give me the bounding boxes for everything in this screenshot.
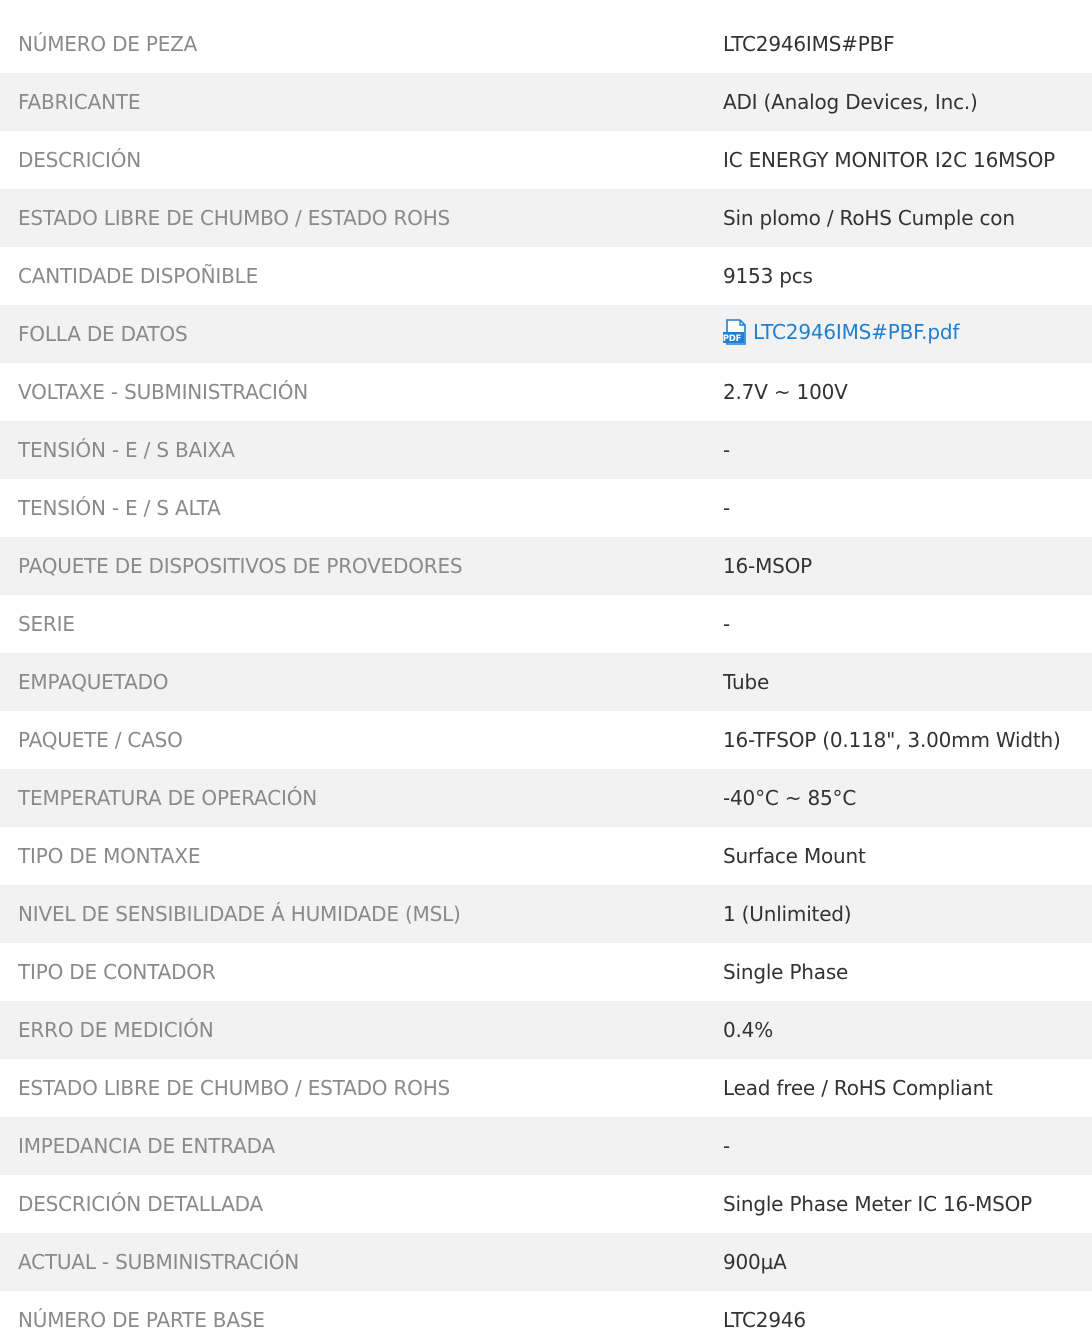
spec-row-quantity-available: CANTIDADE DISPOÑIBLE 9153 pcs	[0, 247, 1092, 305]
spec-label: DESCRICIÓN DETALLADA	[18, 1192, 263, 1216]
spec-row-packaging: EMPAQUETADO Tube	[0, 653, 1092, 711]
spec-label: NÚMERO DE PARTE BASE	[18, 1308, 265, 1332]
pdf-file-icon: PDF	[723, 318, 746, 345]
spec-label: TIPO DE MONTAXE	[18, 844, 201, 868]
spec-label: ACTUAL - SUBMINISTRACIÓN	[18, 1250, 300, 1274]
spec-row-msl: NIVEL DE SENSIBILIDADE Á HUMIDADE (MSL) …	[0, 885, 1092, 943]
spec-label: NÚMERO DE PEZA	[18, 32, 198, 56]
spec-label: ESTADO LIBRE DE CHUMBO / ESTADO ROHS	[18, 1076, 451, 1100]
spec-row-manufacturer: FABRICANTE ADI (Analog Devices, Inc.)	[0, 73, 1092, 131]
spec-value: 1 (Unlimited)	[723, 902, 852, 926]
spec-value: Sin plomo / RoHS Cumple con	[723, 206, 1015, 230]
spec-value: 900µA	[723, 1250, 787, 1274]
spec-row-rohs-status: ESTADO LIBRE DE CHUMBO / ESTADO ROHS Sin…	[0, 189, 1092, 247]
spec-label: TEMPERATURA DE OPERACIÓN	[18, 786, 318, 810]
spec-row-supplier-device-package: PAQUETE DE DISPOSITIVOS DE PROVEDORES 16…	[0, 537, 1092, 595]
spec-label: SERIE	[18, 612, 75, 636]
spec-row-detailed-description: DESCRICIÓN DETALLADA Single Phase Meter …	[0, 1175, 1092, 1233]
spec-row-input-impedance: IMPEDANCIA DE ENTRADA -	[0, 1117, 1092, 1175]
spec-value: 9153 pcs	[723, 264, 813, 288]
spec-label: ERRO DE MEDICIÓN	[18, 1018, 214, 1042]
spec-value: LTC2946IMS#PBF	[723, 32, 895, 56]
spec-value: 16-TFSOP (0.118", 3.00mm Width)	[723, 728, 1061, 752]
spec-label: NIVEL DE SENSIBILIDADE Á HUMIDADE (MSL)	[18, 902, 461, 926]
spec-value: IC ENERGY MONITOR I2C 16MSOP	[723, 148, 1056, 172]
spec-row-rohs-status-2: ESTADO LIBRE DE CHUMBO / ESTADO ROHS Lea…	[0, 1059, 1092, 1117]
spec-row-supply-voltage: VOLTAXE - SUBMINISTRACIÓN 2.7V ~ 100V	[0, 363, 1092, 421]
spec-label: PAQUETE DE DISPOSITIVOS DE PROVEDORES	[18, 554, 463, 578]
spec-value: PDF LTC2946IMS#PBF.pdf	[723, 318, 1092, 350]
spec-table: NÚMERO DE PEZA LTC2946IMS#PBF FABRICANTE…	[0, 15, 1092, 1332]
spec-label: CANTIDADE DISPOÑIBLE	[18, 264, 259, 288]
spec-label: TENSIÓN - E / S BAIXA	[18, 438, 235, 462]
spec-value: -	[723, 438, 731, 462]
svg-text:PDF: PDF	[723, 334, 742, 344]
spec-row-description: DESCRICIÓN IC ENERGY MONITOR I2C 16MSOP	[0, 131, 1092, 189]
spec-value: -	[723, 496, 731, 520]
spec-value: Lead free / RoHS Compliant	[723, 1076, 993, 1100]
datasheet-link-text[interactable]: LTC2946IMS#PBF.pdf	[753, 320, 959, 344]
spec-label: DESCRICIÓN	[18, 148, 142, 172]
spec-value: -40°C ~ 85°C	[723, 786, 857, 810]
spec-label: FABRICANTE	[18, 90, 141, 114]
spec-row-series: SERIE -	[0, 595, 1092, 653]
spec-row-io-voltage-low: TENSIÓN - E / S BAIXA -	[0, 421, 1092, 479]
spec-value: ADI (Analog Devices, Inc.)	[723, 90, 978, 114]
spec-value: 0.4%	[723, 1018, 774, 1042]
spec-value: 16-MSOP	[723, 554, 813, 578]
spec-row-base-part-number: NÚMERO DE PARTE BASE LTC2946	[0, 1291, 1092, 1332]
spec-value: LTC2946	[723, 1308, 806, 1332]
spec-value: -	[723, 612, 731, 636]
spec-row-supply-current: ACTUAL - SUBMINISTRACIÓN 900µA	[0, 1233, 1092, 1291]
spec-label: FOLLA DE DATOS	[18, 322, 188, 346]
spec-value: Surface Mount	[723, 844, 866, 868]
spec-row-mounting-type: TIPO DE MONTAXE Surface Mount	[0, 827, 1092, 885]
spec-label: TENSIÓN - E / S ALTA	[18, 496, 221, 520]
spec-row-io-voltage-high: TENSIÓN - E / S ALTA -	[0, 479, 1092, 537]
spec-row-package-case: PAQUETE / CASO 16-TFSOP (0.118", 3.00mm …	[0, 711, 1092, 769]
spec-label: ESTADO LIBRE DE CHUMBO / ESTADO ROHS	[18, 206, 451, 230]
spec-value: Single Phase Meter IC 16-MSOP	[723, 1192, 1033, 1216]
spec-label: IMPEDANCIA DE ENTRADA	[18, 1134, 275, 1158]
spec-row-datasheet: FOLLA DE DATOS PDF LTC2946IMS#PBF.pdf	[0, 305, 1092, 363]
spec-row-meter-type: TIPO DE CONTADOR Single Phase	[0, 943, 1092, 1001]
spec-label: TIPO DE CONTADOR	[18, 960, 216, 984]
spec-row-measurement-error: ERRO DE MEDICIÓN 0.4%	[0, 1001, 1092, 1059]
spec-value: 2.7V ~ 100V	[723, 380, 848, 404]
spec-row-operating-temperature: TEMPERATURA DE OPERACIÓN -40°C ~ 85°C	[0, 769, 1092, 827]
spec-value: Tube	[723, 670, 770, 694]
spec-label: PAQUETE / CASO	[18, 728, 183, 752]
spec-value: Single Phase	[723, 960, 849, 984]
spec-label: EMPAQUETADO	[18, 670, 169, 694]
spec-label: VOLTAXE - SUBMINISTRACIÓN	[18, 380, 309, 404]
datasheet-link[interactable]: PDF LTC2946IMS#PBF.pdf	[723, 318, 959, 345]
spec-row-part-number: NÚMERO DE PEZA LTC2946IMS#PBF	[0, 15, 1092, 73]
spec-value: -	[723, 1134, 731, 1158]
